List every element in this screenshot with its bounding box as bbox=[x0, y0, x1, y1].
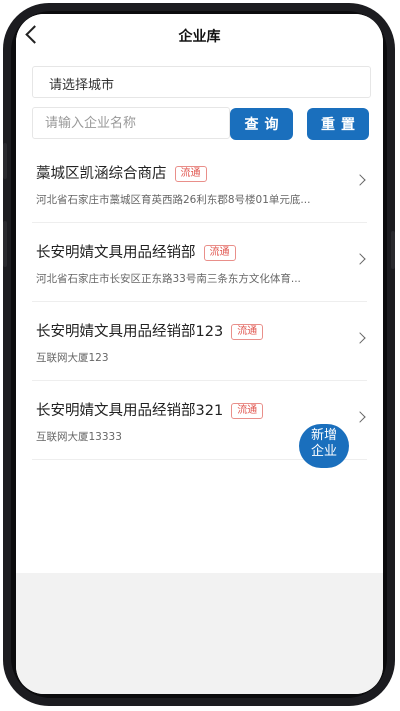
company-name: 藁城区凯涵综合商店 流通 bbox=[36, 162, 207, 183]
empty-area bbox=[16, 573, 383, 694]
nav-bar: 企业库 bbox=[16, 14, 383, 58]
company-name-input[interactable] bbox=[32, 107, 230, 139]
chevron-right-icon bbox=[354, 253, 366, 265]
city-select-value: 请选择城市 bbox=[49, 78, 115, 93]
company-address: 互联网大厦13333 bbox=[36, 431, 122, 443]
reset-button[interactable]: 重置 bbox=[307, 108, 369, 140]
add-company-button[interactable]: 新增企业 bbox=[299, 424, 349, 468]
list-item[interactable]: 长安明婧文具用品经销部 流通 河北省石家庄市长安区正东路33号南三条东方文化体育.… bbox=[32, 223, 367, 302]
company-address: 河北省石家庄市藁城区育英西路26利东郡8号楼01单元底... bbox=[36, 194, 311, 206]
list-item[interactable]: 长安明婧文具用品经销部123 流通 互联网大厦123 bbox=[32, 302, 367, 381]
power-button bbox=[391, 231, 395, 269]
chevron-right-icon bbox=[354, 174, 366, 186]
list-item[interactable]: 藁城区凯涵综合商店 流通 河北省石家庄市藁城区育英西路26利东郡8号楼01单元底.… bbox=[32, 144, 367, 223]
company-list: 藁城区凯涵综合商店 流通 河北省石家庄市藁城区育英西路26利东郡8号楼01单元底.… bbox=[16, 144, 383, 460]
chevron-right-icon bbox=[354, 332, 366, 344]
chevron-right-icon bbox=[354, 411, 366, 423]
status-badge: 流通 bbox=[174, 166, 207, 182]
city-select[interactable]: 请选择城市 bbox=[32, 66, 371, 98]
volume-up-button bbox=[3, 143, 7, 179]
page-title: 企业库 bbox=[178, 29, 221, 45]
company-address: 河北省石家庄市长安区正东路33号南三条东方文化体育... bbox=[36, 273, 301, 285]
query-button[interactable]: 查询 bbox=[230, 108, 293, 140]
status-badge: 流通 bbox=[203, 245, 236, 261]
company-address: 互联网大厦123 bbox=[36, 352, 109, 364]
company-name: 长安明婧文具用品经销部 流通 bbox=[36, 241, 236, 262]
add-company-label: 新增企业 bbox=[310, 428, 337, 459]
volume-down-button bbox=[3, 221, 7, 267]
status-badge: 流通 bbox=[231, 324, 264, 340]
status-badge: 流通 bbox=[231, 403, 264, 419]
app-screen: 企业库 请选择城市 查询 重置 藁城区凯涵综合商店流通 河北省石家庄市藁城区育英… bbox=[16, 14, 383, 694]
company-name: 长安明婧文具用品经销部123 流通 bbox=[36, 320, 264, 341]
company-name: 长安明婧文具用品经销部321 流通 bbox=[36, 399, 264, 420]
